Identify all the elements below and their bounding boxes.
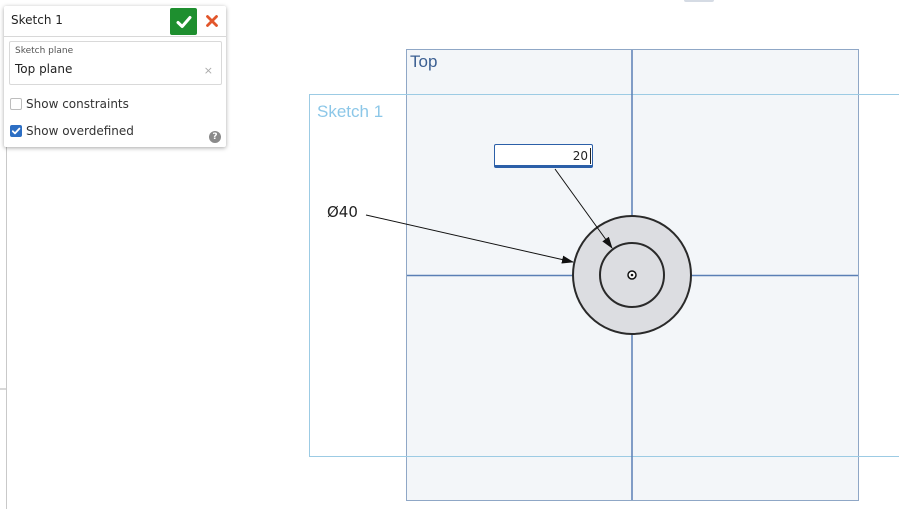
checkmark-icon [11,127,21,135]
sketch-label: Sketch 1 [317,102,383,121]
show-overdefined-row[interactable]: Show overdefined [10,123,134,139]
edge-notch [0,388,6,390]
text-cursor [590,148,591,164]
show-constraints-label: Show constraints [26,97,129,111]
panel-title[interactable]: Sketch 1 [11,13,63,27]
center-point-dot [630,273,634,277]
sketch-plane-label: Sketch plane [15,46,74,56]
edge-divider [6,147,7,509]
clear-selection-icon[interactable]: × [204,64,213,77]
top-tab [684,0,714,2]
sketch-panel: Sketch 1 Sketch plane Top plane × Show c… [4,6,226,147]
panel-header: Sketch 1 [4,6,226,37]
plane-label: Top [410,52,437,71]
show-constraints-checkbox[interactable] [10,98,22,110]
cancel-button[interactable] [201,10,223,32]
show-overdefined-label: Show overdefined [26,124,134,138]
check-icon [176,15,191,28]
help-icon[interactable]: ? [209,131,221,143]
sketch-plane-value: Top plane [15,62,73,76]
diameter-dimension[interactable]: Ø40 [327,203,358,221]
sketch-plane-selector[interactable]: Sketch plane Top plane × [9,41,222,85]
show-constraints-row[interactable]: Show constraints [10,96,129,112]
dimension-input[interactable] [494,144,593,168]
accept-button[interactable] [170,8,197,35]
close-icon [206,15,218,27]
show-overdefined-checkbox[interactable] [10,125,22,137]
